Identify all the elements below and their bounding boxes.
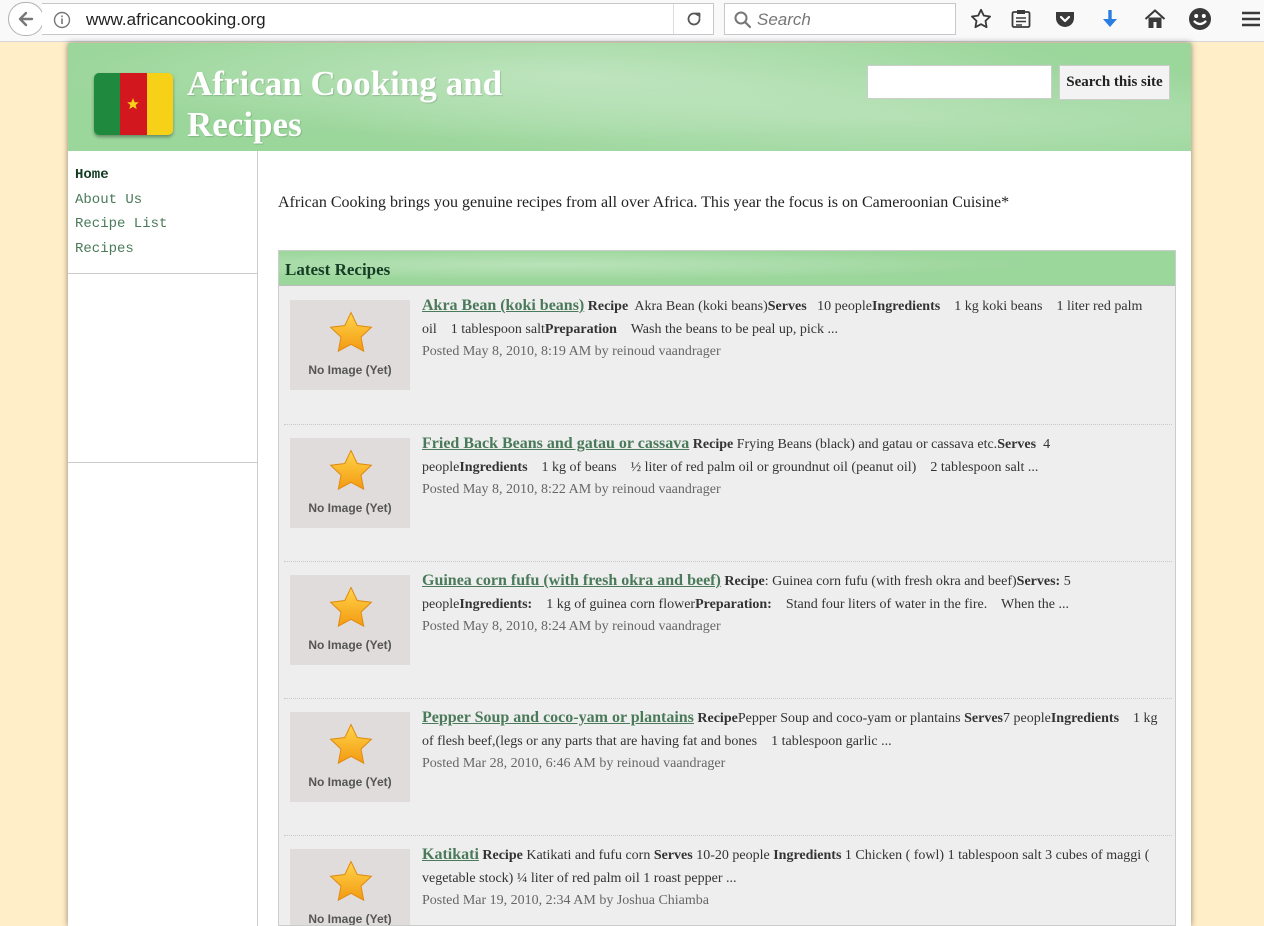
recipe-body: Fried Back Beans and gatau or cassava Re…: [422, 433, 1167, 501]
url-text[interactable]: www.africancooking.org: [86, 10, 266, 30]
star-icon: [329, 723, 373, 765]
recipe-title-link[interactable]: Fried Back Beans and gatau or cassava: [422, 435, 689, 452]
no-image-label: No Image (Yet): [308, 775, 392, 789]
reload-icon[interactable]: [673, 4, 713, 34]
latest-recipes-heading: Latest Recipes: [279, 251, 1175, 286]
url-bar[interactable]: www.africancooking.org: [42, 3, 714, 35]
recipe-thumbnail[interactable]: No Image (Yet): [290, 849, 410, 926]
pocket-icon[interactable]: [1052, 6, 1078, 32]
browser-search-placeholder: Search: [757, 10, 811, 29]
site-search-input[interactable]: [867, 65, 1052, 99]
recipe-posted-meta: Posted May 8, 2010, 8:22 AM by reinoud v…: [422, 482, 721, 497]
recipe-thumbnail[interactable]: No Image (Yet): [290, 575, 410, 665]
bookmark-star-icon[interactable]: [968, 6, 994, 32]
recipe-posted-meta: Posted May 8, 2010, 8:19 AM by reinoud v…: [422, 344, 721, 359]
recipe-body: Akra Bean (koki beans) Recipe Akra Bean …: [422, 295, 1167, 363]
recipe-thumbnail[interactable]: No Image (Yet): [290, 300, 410, 390]
recipe-summary: Recipe Katikati and fufu corn Serves 10-…: [422, 848, 1150, 886]
site-header: African Cooking and Recipes Search this …: [68, 43, 1191, 151]
flag-star-icon: [127, 98, 140, 110]
recipe-title-link[interactable]: Pepper Soup and coco-yam or plantains: [422, 709, 694, 726]
back-button[interactable]: [8, 2, 44, 36]
recipe-item: No Image (Yet) Fried Back Beans and gatau…: [284, 424, 1172, 561]
back-arrow-icon: [18, 11, 34, 27]
nav-item-recipe-list[interactable]: Recipe List: [75, 216, 257, 241]
sidebar-nav: Home About Us Recipe List Recipes: [68, 151, 257, 265]
site-title[interactable]: African Cooking and Recipes: [187, 63, 567, 145]
recipe-posted-meta: Posted Mar 19, 2010, 2:34 AM by Joshua C…: [422, 893, 709, 908]
recipe-title-link[interactable]: Akra Bean (koki beans): [422, 297, 584, 314]
no-image-label: No Image (Yet): [308, 912, 392, 926]
recipe-title-link[interactable]: Katikati: [422, 846, 479, 863]
recipe-posted-meta: Posted May 8, 2010, 8:24 AM by reinoud v…: [422, 619, 721, 634]
no-image-label: No Image (Yet): [308, 638, 392, 652]
recipe-item: No Image (Yet) Guinea corn fufu (with fre…: [284, 561, 1172, 698]
cameroon-flag: [94, 73, 173, 135]
recipe-title-link[interactable]: Guinea corn fufu (with fresh okra and be…: [422, 572, 721, 589]
recipe-item: No Image (Yet) Katikati Recipe Katikati a…: [284, 835, 1172, 926]
sidebar-divider: [68, 273, 257, 274]
recipe-body: Katikati Recipe Katikati and fufu corn S…: [422, 844, 1167, 912]
recipe-thumbnail[interactable]: No Image (Yet): [290, 438, 410, 528]
browser-toolbar: www.africancooking.org Search: [0, 0, 1264, 42]
smiley-icon[interactable]: [1187, 6, 1213, 32]
sidebar: Home About Us Recipe List Recipes: [68, 151, 258, 926]
recipe-body: Pepper Soup and coco-yam or plantains Re…: [422, 707, 1167, 775]
menu-icon[interactable]: [1238, 6, 1264, 32]
search-icon: [734, 11, 752, 29]
no-image-label: No Image (Yet): [308, 363, 392, 377]
star-icon: [329, 311, 373, 353]
search-site-button[interactable]: Search this site: [1059, 65, 1170, 100]
home-icon[interactable]: [1142, 6, 1168, 32]
recipe-posted-meta: Posted Mar 28, 2010, 6:46 AM by reinoud …: [422, 756, 726, 771]
star-icon: [329, 586, 373, 628]
nav-item-home[interactable]: Home: [75, 167, 257, 192]
no-image-label: No Image (Yet): [308, 501, 392, 515]
browser-search-bar[interactable]: Search: [724, 3, 956, 35]
reading-list-icon[interactable]: [1008, 6, 1034, 32]
nav-item-about-us[interactable]: About Us: [75, 192, 257, 217]
nav-item-recipes[interactable]: Recipes: [75, 241, 257, 266]
recipe-thumbnail[interactable]: No Image (Yet): [290, 712, 410, 802]
star-icon: [329, 449, 373, 491]
recipe-item: No Image (Yet) Pepper Soup and coco-yam o…: [284, 698, 1172, 835]
page-container: African Cooking and Recipes Search this …: [68, 43, 1191, 926]
latest-recipes-panel: Latest Recipes No Image (Yet) Akra Bean (…: [278, 250, 1176, 926]
sidebar-divider: [68, 462, 257, 463]
star-icon: [329, 860, 373, 902]
recipe-body: Guinea corn fufu (with fresh okra and be…: [422, 570, 1167, 638]
intro-text: African Cooking brings you genuine recip…: [278, 194, 1010, 211]
download-icon[interactable]: [1097, 6, 1123, 32]
recipe-item: No Image (Yet) Akra Bean (koki beans) Rec…: [284, 287, 1172, 424]
site-info-icon[interactable]: [52, 10, 72, 30]
